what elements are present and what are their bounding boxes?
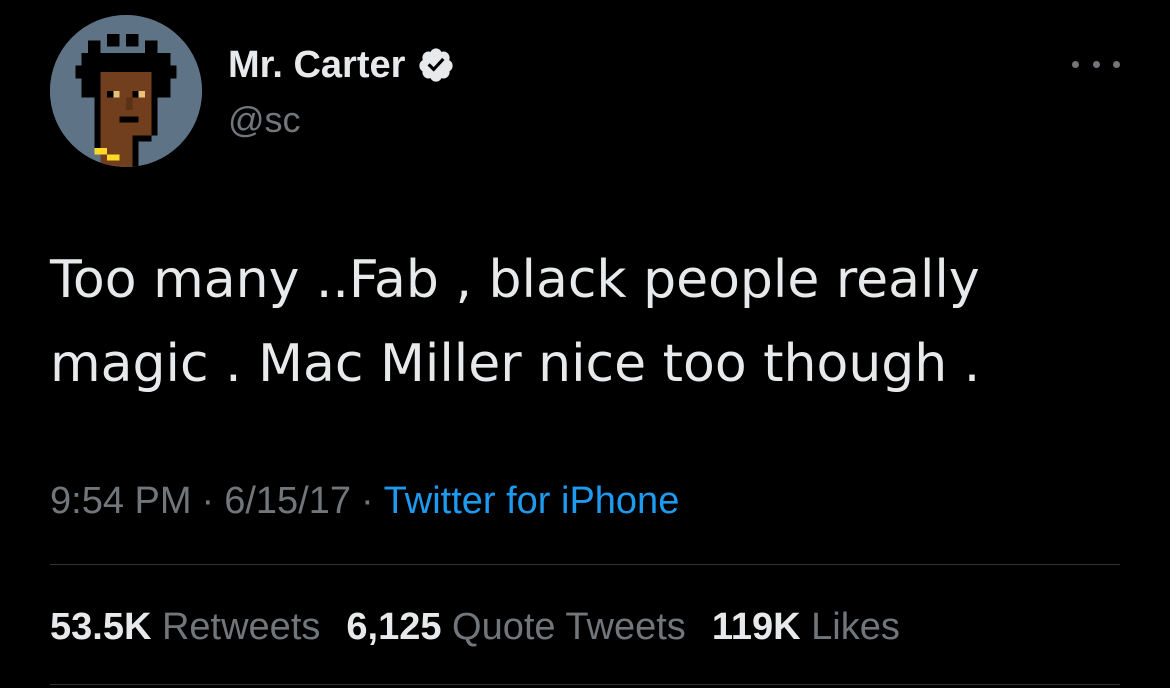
likes-label: Likes (811, 606, 900, 648)
avatar[interactable] (50, 15, 202, 167)
tweet-text: Too many ..Fab , black people really mag… (50, 250, 981, 394)
retweets-count: 53.5K (50, 606, 152, 648)
more-dot (1092, 60, 1100, 68)
meta-separator: · (201, 480, 215, 522)
retweets-stat[interactable]: 53.5K Retweets (50, 604, 320, 650)
quote-tweets-stat[interactable]: 6,125 Quote Tweets (346, 604, 685, 650)
likes-count: 119K (711, 606, 801, 648)
more-options-icon[interactable] (1072, 50, 1120, 78)
more-dot (1113, 60, 1120, 68)
tweet-date[interactable]: 6/15/17 (224, 480, 351, 522)
display-name[interactable]: Mr. Carter (228, 42, 455, 88)
divider (50, 684, 1120, 685)
display-name-text[interactable]: Mr. Carter (228, 42, 405, 88)
tweet-stats: 53.5K Retweets 6,125 Quote Tweets 119K L… (50, 604, 926, 650)
meta-separator: · (360, 480, 374, 522)
tweet-meta: 9:54 PM · 6/15/17 · Twitter for iPhone (50, 478, 679, 524)
likes-stat[interactable]: 119K Likes (712, 604, 900, 650)
retweets-label: Retweets (161, 606, 321, 648)
more-dot (1072, 60, 1079, 68)
divider (50, 564, 1120, 565)
quote-tweets-count: 6,125 (346, 606, 442, 648)
user-handle[interactable]: @sc (228, 98, 301, 142)
cryptopunk-avatar-image (50, 15, 202, 167)
tweet-source-link[interactable]: Twitter for iPhone (384, 480, 680, 522)
verified-badge-icon (419, 48, 454, 82)
quote-tweets-label: Quote Tweets (452, 606, 686, 648)
tweet-time[interactable]: 9:54 PM (50, 480, 192, 522)
